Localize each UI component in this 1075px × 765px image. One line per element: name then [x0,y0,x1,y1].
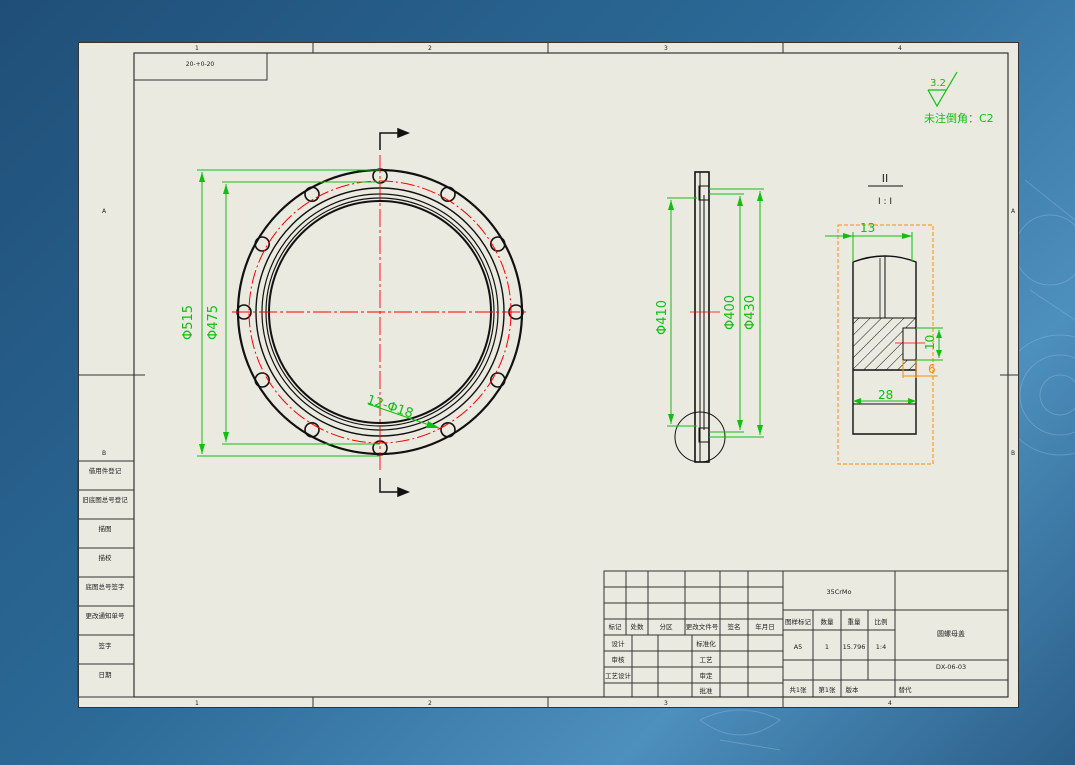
dim-side-410: Φ410 [655,300,670,335]
dim-detail-6: 6 [928,362,936,376]
sheet-info: 第1张 [818,685,836,694]
sheet-info: 共1张 [789,685,807,694]
sheet-info: 替代 [899,685,913,694]
dim-outer-diameter: Φ515 [181,305,196,340]
left-table-cell: 借用件登记 [89,466,122,475]
left-table-cell: 底图总号签字 [86,582,126,591]
material: 35CrMo [826,588,851,596]
header-value: 15.796 [843,643,866,651]
sign-label: 标准化 [696,639,716,648]
side-view [674,171,726,463]
header-label: 比例 [875,617,888,626]
dim-side-430: Φ430 [743,295,758,330]
header-value: 1 [825,643,829,651]
sign-label: 审核 [612,655,626,664]
sign-label: 工艺设计 [605,671,632,680]
dim-slots: 12-Φ18 [365,393,415,422]
front-view-ring [232,155,528,470]
left-table-cell: 签字 [99,641,113,650]
code-box-text: 20-+0-20 [186,61,215,68]
revision-label: 标记 [609,622,623,631]
sheet-info: 版本 [846,685,860,694]
dim-detail-10: 10 [923,335,937,350]
revision-label: 更改文件号 [686,622,719,631]
left-table-cell: 旧底图总号登记 [82,495,128,504]
zone-number: 1 [195,45,199,52]
revision-label: 签名 [728,622,741,631]
left-table-cell: 日期 [99,671,113,679]
detail-view [837,224,934,465]
zone-letter: A [1011,208,1016,215]
revision-label: 处数 [631,622,645,631]
engineering-drawing: 20-+0-20 1 2 3 4 1 2 3 4 A B A B Φ515 Φ4… [77,42,1019,708]
header-label: 图样标记 [785,617,812,626]
zone-number: 3 [664,700,668,707]
zone-number: 3 [664,45,668,52]
sign-label: 工艺 [700,656,714,664]
zone-number: 4 [888,700,892,707]
header-value: A5 [794,643,803,651]
zone-letter: B [1011,450,1015,457]
zone-number: 2 [428,700,432,707]
header-label: 重量 [848,618,862,626]
dim-side-400: Φ400 [723,295,738,330]
detail-marker-bottom: I : I [878,197,892,207]
header-value: 1:4 [876,643,886,651]
detail-marker-top: II [882,172,889,185]
dim-detail-28: 28 [878,388,893,402]
unmarked-chamfer-note: 未注倒角：C2 [924,111,994,125]
surface-roughness: 3.2 [930,78,946,89]
part-name: 圆螺母盖 [937,629,965,638]
sign-label: 审定 [700,671,714,680]
dim-inner-circle: Φ475 [206,305,221,340]
left-table-cell: 更改通知单号 [86,611,126,620]
zone-number: 1 [195,700,199,707]
left-table-cell: 描图 [99,524,112,533]
zone-letter: A [102,208,107,215]
drawing-number: DX-06-03 [936,663,966,671]
left-table-cell: 描校 [99,553,113,562]
zone-number: 2 [428,45,432,52]
zone-number: 4 [898,45,902,52]
dim-detail-13: 13 [860,221,875,235]
header-label: 数量 [821,617,835,626]
revision-label: 年月日 [755,622,775,631]
sign-label: 设计 [612,639,626,648]
sign-label: 批准 [700,686,714,695]
zone-letter: B [102,450,106,457]
revision-label: 分区 [660,622,674,631]
